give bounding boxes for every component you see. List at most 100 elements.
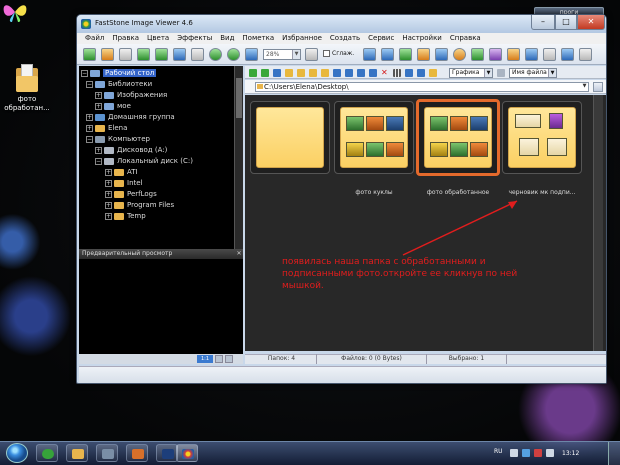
taskbar-faststone[interactable] [176, 444, 198, 462]
expand-icon[interactable]: + [105, 190, 112, 198]
collapse-icon[interactable]: − [86, 135, 93, 143]
nav-new-folder-icon[interactable] [369, 69, 377, 77]
nav-refresh-icon[interactable] [333, 69, 341, 77]
nav-rename-icon[interactable] [357, 69, 365, 77]
effects-icon[interactable] [489, 48, 502, 61]
filter-icon[interactable] [429, 69, 437, 77]
compare-icon[interactable] [471, 48, 484, 61]
preview-fit-icon[interactable] [215, 355, 223, 363]
nav-move-icon[interactable] [321, 69, 329, 77]
chevron-down-icon[interactable]: ▼ [581, 83, 588, 91]
expand-icon[interactable]: + [105, 179, 112, 187]
preview-toggle-icon[interactable] [225, 355, 233, 363]
tree-item-local-disk[interactable]: − Локальный диск (C:) [95, 156, 193, 166]
path-input[interactable]: C:\Users\Elena\Desktop\ [255, 82, 589, 92]
start-button[interactable] [6, 443, 28, 463]
collapse-icon[interactable]: − [86, 80, 93, 88]
thumbnail-item[interactable] [334, 101, 414, 174]
maximize-button[interactable]: □ [555, 15, 577, 30]
menu-tools[interactable]: Сервис [368, 33, 394, 44]
crop-icon[interactable] [399, 48, 412, 61]
menu-tag[interactable]: Пометка [242, 33, 274, 44]
layout-2-icon[interactable] [579, 48, 592, 61]
save-icon[interactable] [119, 48, 132, 61]
expand-icon[interactable]: + [86, 124, 93, 132]
browser-scrollbar[interactable] [593, 95, 603, 351]
nav-copy-icon[interactable] [309, 69, 317, 77]
clock[interactable]: 13:12 [562, 450, 579, 457]
zoom-out-icon[interactable] [227, 48, 240, 61]
minimize-button[interactable]: – [531, 15, 555, 30]
taskbar-photoshop[interactable] [156, 444, 178, 462]
title-bar[interactable]: FastStone Image Viewer 4.6 – □ ✕ [77, 15, 606, 33]
menu-create[interactable]: Создать [330, 33, 360, 44]
show-desktop-button[interactable] [608, 442, 620, 465]
taskbar-media-player[interactable] [36, 444, 58, 462]
view-grid-icon[interactable] [393, 69, 401, 77]
resize-icon[interactable] [417, 48, 430, 61]
print-icon[interactable] [507, 48, 520, 61]
view-list-icon[interactable] [405, 69, 413, 77]
layout-1-icon[interactable] [561, 48, 574, 61]
hand-tool-icon[interactable] [305, 48, 318, 61]
expand-icon[interactable]: + [105, 212, 112, 220]
tree-item-intel[interactable]: + Intel [105, 178, 143, 188]
tree-item-program-files[interactable]: + Program Files [105, 200, 174, 210]
menu-favorites[interactable]: Избранное [282, 33, 322, 44]
menu-edit[interactable]: Правка [112, 33, 139, 44]
taskbar-explorer[interactable] [66, 444, 88, 462]
preview-zoom-badge[interactable]: 1:1 [197, 355, 213, 363]
thumbnail-item[interactable] [250, 101, 330, 174]
collapse-icon[interactable]: − [81, 69, 88, 77]
menu-effects[interactable]: Эффекты [177, 33, 212, 44]
tree-item-elena[interactable]: + Elena [86, 123, 127, 133]
nav-forward-icon[interactable] [261, 69, 269, 77]
nav-select-icon[interactable] [345, 69, 353, 77]
tree-item-desktop[interactable]: − Рабочий стол [81, 68, 157, 78]
expand-icon[interactable]: + [105, 168, 112, 176]
folder-up-icon[interactable] [593, 82, 603, 92]
volume-icon[interactable] [546, 449, 554, 457]
tree-item-computer[interactable]: − Компьютер [86, 134, 150, 144]
tree-item-temp[interactable]: + Temp [105, 211, 146, 221]
collapse-icon[interactable]: − [95, 157, 102, 165]
expand-icon[interactable]: + [105, 201, 112, 209]
smooth-checkbox[interactable] [323, 50, 330, 57]
menu-view[interactable]: Вид [220, 33, 234, 44]
menu-file[interactable]: Файл [85, 33, 104, 44]
back-icon[interactable] [137, 48, 150, 61]
fullscreen-icon[interactable] [173, 48, 186, 61]
thumbnail-item-selected[interactable] [416, 99, 500, 176]
nav-folder-icon[interactable] [285, 69, 293, 77]
sort-select[interactable]: Имя файла ▼ [509, 68, 557, 78]
expand-icon[interactable]: + [95, 91, 102, 99]
actual-size-icon[interactable] [191, 48, 204, 61]
forward-icon[interactable] [155, 48, 168, 61]
scroll-thumb[interactable] [236, 78, 242, 118]
tree-item-moe[interactable]: + мое [95, 101, 131, 111]
settings-icon[interactable] [543, 48, 556, 61]
fit-icon[interactable] [245, 48, 258, 61]
email-icon[interactable] [435, 48, 448, 61]
expand-icon[interactable]: + [86, 113, 93, 121]
tree-item-floppy[interactable]: + Дисковод (A:) [95, 145, 167, 155]
folder-tree[interactable]: − Рабочий стол − Библиотеки + Изображения +… [79, 66, 243, 249]
tray-arrow-icon[interactable] [510, 449, 518, 457]
nav-up-icon[interactable] [273, 69, 281, 77]
tree-item-ati[interactable]: + ATI [105, 167, 138, 177]
nav-favorites-icon[interactable] [297, 69, 305, 77]
tree-item-libraries[interactable]: − Библиотеки [86, 79, 152, 89]
view-mode-select[interactable]: Графика ▼ [449, 68, 493, 78]
antivirus-icon[interactable] [534, 449, 542, 457]
sort-direction-icon[interactable] [497, 69, 505, 77]
delete-icon[interactable]: ✕ [381, 69, 389, 77]
tree-scrollbar[interactable] [234, 66, 243, 249]
menu-colors[interactable]: Цвета [147, 33, 169, 44]
menu-settings[interactable]: Настройки [402, 33, 442, 44]
open-icon[interactable] [83, 48, 96, 61]
slideshow-icon[interactable] [453, 48, 466, 61]
tree-item-images[interactable]: + Изображения [95, 90, 167, 100]
zoom-select[interactable]: 28% ▼ [263, 49, 301, 60]
rotate-left-icon[interactable] [363, 48, 376, 61]
taskbar-app-1[interactable] [96, 444, 118, 462]
